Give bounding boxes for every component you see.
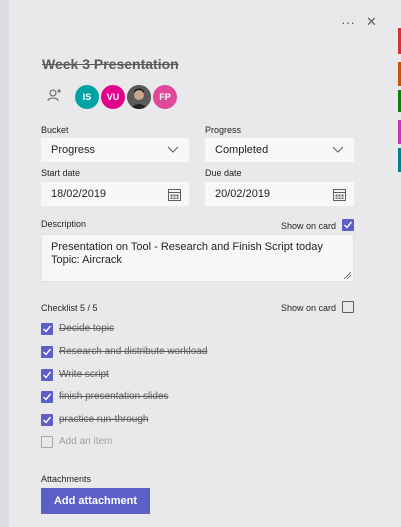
description-line-1: Presentation on Tool - Research and Fini… xyxy=(51,241,323,253)
chevron-down-icon xyxy=(333,146,343,153)
description-textarea[interactable]: Presentation on Tool - Research and Fini… xyxy=(41,234,354,282)
assign-person-icon[interactable] xyxy=(45,86,63,104)
chevron-down-icon xyxy=(168,146,178,153)
start-date-picker[interactable]: 18/02/2019 xyxy=(41,182,189,206)
task-title[interactable]: Week 3 Presentation xyxy=(42,56,179,72)
description-show-on-card-label: Show on card xyxy=(281,221,337,231)
checklist-item-text[interactable]: Decide topic xyxy=(59,323,114,334)
close-button[interactable]: ✕ xyxy=(366,15,377,28)
checklist-item-text[interactable]: Write script xyxy=(59,369,109,380)
due-date-value: 20/02/2019 xyxy=(215,188,271,200)
check-icon xyxy=(43,325,52,333)
bucket-value: Progress xyxy=(51,144,96,156)
progress-label: Progress xyxy=(205,125,242,135)
checklist-item-text[interactable]: Research and distribute workload xyxy=(59,346,207,357)
avatar-vu[interactable]: VU xyxy=(101,85,125,109)
avatar-fp[interactable]: FP xyxy=(153,85,177,109)
check-icon xyxy=(43,416,52,424)
due-date-picker[interactable]: 20/02/2019 xyxy=(205,182,354,206)
bucket-label: Bucket xyxy=(41,125,69,135)
check-icon xyxy=(43,393,52,401)
check-icon xyxy=(43,371,52,379)
checklist-item-checkbox[interactable] xyxy=(41,323,53,335)
check-icon xyxy=(344,221,353,229)
add-attachment-button[interactable]: Add attachment xyxy=(41,488,150,514)
checklist-item-text[interactable]: finish presentation slides xyxy=(59,391,169,402)
add-item-checkbox xyxy=(41,436,53,448)
description-label: Description xyxy=(41,219,87,229)
description-show-on-card-checkbox[interactable] xyxy=(342,219,354,231)
checklist-show-on-card-checkbox[interactable] xyxy=(342,301,354,313)
checklist-item-checkbox[interactable] xyxy=(41,391,53,403)
checklist-item-text[interactable]: practice run-through xyxy=(59,414,149,425)
start-date-label: Start date xyxy=(41,168,81,178)
bucket-dropdown[interactable]: Progress xyxy=(41,138,189,162)
check-icon xyxy=(43,348,52,356)
avatar-is[interactable]: IS xyxy=(75,85,99,109)
checklist-item-checkbox[interactable] xyxy=(41,346,53,358)
attachments-label: Attachments xyxy=(41,474,92,484)
progress-value: Completed xyxy=(215,144,269,156)
progress-dropdown[interactable]: Completed xyxy=(205,138,354,162)
checklist-item-checkbox[interactable] xyxy=(41,369,53,381)
more-options-button[interactable]: ··· xyxy=(341,15,355,29)
add-item-input[interactable]: Add an item xyxy=(59,436,112,447)
checklist-item-checkbox[interactable] xyxy=(41,414,53,426)
due-date-label: Due date xyxy=(205,168,242,178)
calendar-icon xyxy=(333,189,346,201)
start-date-value: 18/02/2019 xyxy=(51,188,107,200)
resize-handle-icon[interactable] xyxy=(344,272,351,279)
avatar-photo[interactable] xyxy=(127,85,151,109)
checklist-show-on-card-label: Show on card xyxy=(281,303,337,313)
calendar-icon xyxy=(168,189,181,201)
person-photo-icon xyxy=(127,85,151,109)
description-line-2: Topic: Aircrack xyxy=(51,254,122,266)
checklist-label: Checklist 5 / 5 xyxy=(41,303,98,313)
